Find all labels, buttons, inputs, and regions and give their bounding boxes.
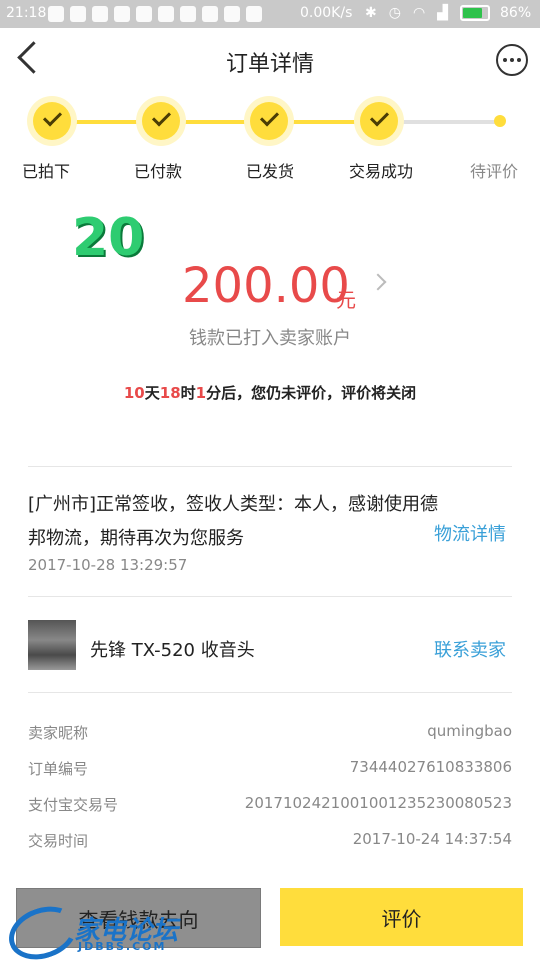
step-check-icon [250, 102, 288, 140]
header: 订单详情 [0, 28, 540, 92]
notification-icons [48, 6, 262, 22]
page-title: 订单详情 [225, 52, 314, 77]
app-notification-icon [70, 6, 86, 22]
app-notification-icon [92, 6, 108, 22]
step-check-icon [33, 102, 71, 140]
forum-logo-watermark: 家电论坛 JDBBS.COM [1, 897, 188, 968]
countdown-rest: 分后，您仍未评价，评价将关闭 [206, 384, 417, 402]
detail-label: 订单编号 [28, 760, 89, 778]
review-button[interactable]: 评价 [280, 888, 523, 946]
countdown-days-unit: 天 [144, 384, 160, 402]
detail-value: 2017-10-24 14:37:54 [352, 830, 512, 848]
more-options-icon[interactable] [496, 44, 528, 76]
app-notification-icon [180, 6, 196, 22]
divider [28, 466, 512, 467]
step-label: 已付款 [133, 162, 182, 181]
logo-subtext: JDBBS.COM [78, 940, 167, 953]
battery-percent: 86% [500, 5, 532, 21]
app-notification-icon [48, 6, 64, 22]
payment-status-note: 钱款已打入卖家账户 [189, 328, 351, 349]
contact-seller-link[interactable]: 联系卖家 [434, 636, 506, 662]
alarm-icon: ◷ [388, 5, 401, 21]
app-notification-icon [136, 6, 152, 22]
app-notification-icon [246, 6, 262, 22]
logo-swirl-icon [1, 897, 85, 968]
progress-track-done [52, 120, 378, 124]
logistics-time: 2017-10-28 13:29:57 [28, 556, 188, 574]
status-bar: 21:18 0.00K/s ✱ ◷ ◠ ▟ 86% [0, 0, 540, 28]
step-label: 待评价 [469, 162, 518, 181]
detail-value: 73444027610833806 [349, 758, 512, 776]
watermark-number: 20 [72, 208, 145, 268]
step-label: 已发货 [245, 162, 294, 181]
product-name[interactable]: 先锋 TX-520 收音头 [90, 636, 255, 662]
countdown-hours: 18 [159, 384, 181, 402]
app-notification-icon [114, 6, 130, 22]
detail-label: 交易时间 [28, 832, 89, 850]
signal-icon: ▟ [437, 5, 448, 21]
logistics-status: [广州市]正常签收，签收人类型：本人，感谢使用德邦物流，期待再次为您服务 [28, 494, 439, 549]
chevron-right-icon[interactable] [369, 273, 387, 291]
status-time: 21:18 [6, 5, 47, 21]
step-check-icon [142, 102, 180, 140]
detail-value: qumingbao [427, 722, 512, 740]
countdown-days: 10 [123, 384, 145, 402]
review-countdown: 10天18时1分后，您仍未评价，评价将关闭 [0, 382, 540, 403]
step-check-icon [360, 102, 398, 140]
detail-label: 卖家昵称 [28, 724, 89, 742]
network-speed: 0.00K/s [300, 5, 353, 21]
divider [28, 692, 512, 693]
order-progress: 已拍下 已付款 已发货 交易成功 待评价 [0, 92, 540, 188]
battery-icon [459, 5, 490, 21]
app-notification-icon [158, 6, 174, 22]
countdown-hours-unit: 时 [180, 384, 196, 402]
detail-label: 支付宝交易号 [28, 796, 119, 814]
bluetooth-icon: ✱ [365, 5, 377, 21]
step-label: 交易成功 [348, 162, 413, 181]
detail-value: 2017102421001001235230080523 [244, 794, 512, 812]
wifi-icon: ◠ [412, 5, 426, 21]
amount-value[interactable]: 200.00 [182, 258, 350, 314]
step-pending-dot [494, 115, 506, 127]
system-icons: ✱ ◷ ◠ ▟ [365, 5, 490, 21]
app-notification-icon [224, 6, 240, 22]
divider [28, 596, 512, 597]
logistics-details-link[interactable]: 物流详情 [434, 520, 506, 546]
app-notification-icon [202, 6, 218, 22]
step-label: 已拍下 [21, 162, 70, 181]
countdown-minutes: 1 [195, 384, 207, 402]
amount-unit: 元 [336, 288, 356, 312]
product-thumbnail[interactable] [28, 620, 76, 670]
